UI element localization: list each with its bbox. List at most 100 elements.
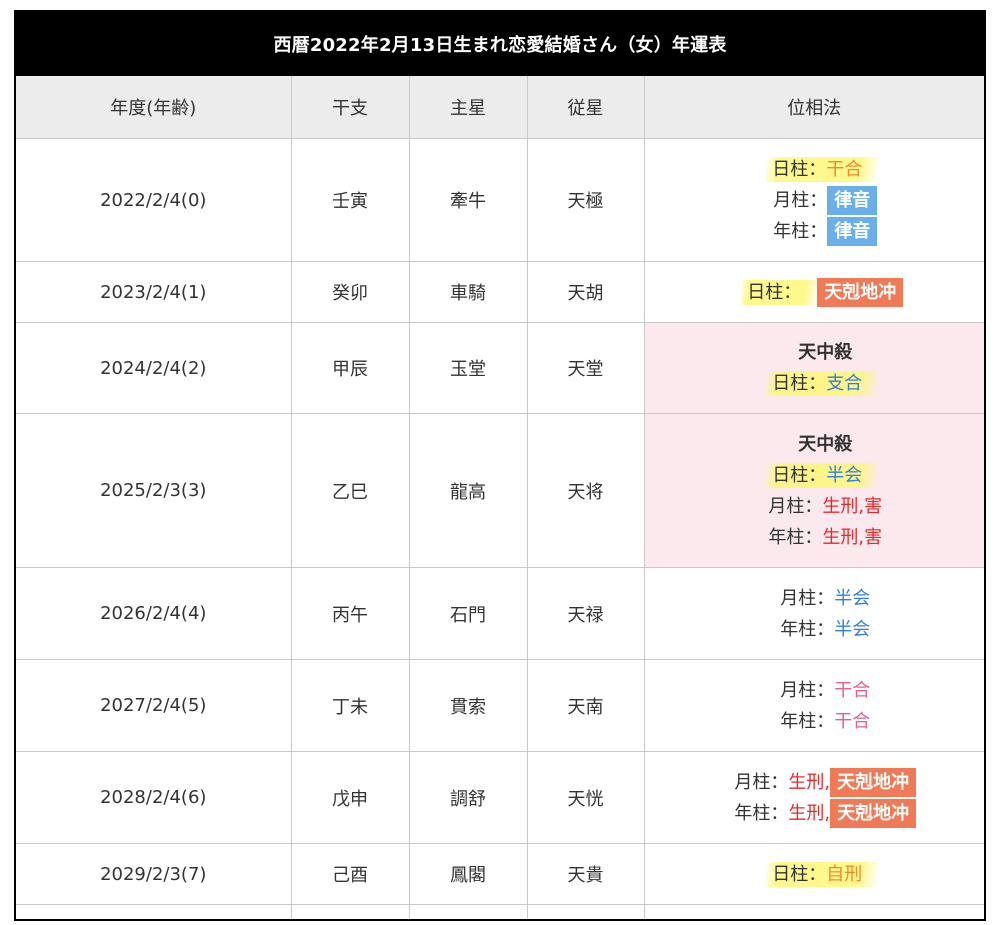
phase-value: 干合 <box>834 679 871 701</box>
highlight-marker: 日柱：半会 <box>766 462 879 488</box>
label-separator: ： <box>816 710 835 732</box>
year-age-cell <box>16 904 292 919</box>
year-age-cell: 2022/2/4(0) <box>16 138 292 262</box>
phase-line: 月柱：生刑, 天剋地冲 <box>667 767 985 798</box>
kanshi-cell: 乙巳 <box>290 413 410 568</box>
label-separator: ： <box>809 189 828 211</box>
highlight-marker: 日柱：自刑 <box>766 861 879 887</box>
year-age-cell: 2023/2/4(1) <box>16 261 292 323</box>
main-star-cell: 牽牛 <box>408 138 528 262</box>
highlight-marker: 日柱： <box>741 279 818 305</box>
table-row: 2028/2/4(6) 戊申 調舒 天恍 月柱：生刑, 天剋地冲 年柱：生刑, 天剋… <box>16 751 985 844</box>
sub-star-cell <box>526 904 645 919</box>
phase-cell: 日柱： 天剋地冲 <box>643 261 985 323</box>
label-separator: ： <box>770 771 789 793</box>
sub-star-cell: 天貴 <box>526 843 645 905</box>
year-age-cell: 2024/2/4(2) <box>16 322 292 414</box>
phase-line: 年柱： 律音 <box>667 216 985 247</box>
header-phase-method: 位相法 <box>643 76 984 139</box>
phase-line: 日柱：半会 <box>667 460 985 491</box>
phase-value: 生刑 <box>822 526 859 548</box>
phase-value: 半会 <box>834 618 871 640</box>
label-separator: ： <box>804 495 823 517</box>
header-year-age: 年度(年齢) <box>16 76 292 139</box>
pillar-label: 年柱 <box>768 526 805 548</box>
phase-cell: 月柱：半会 年柱：半会 <box>643 567 985 660</box>
tenchusatsu-label: 天中殺 <box>798 342 853 363</box>
pillar-label: 日柱 <box>772 464 809 486</box>
main-star-cell: 貫索 <box>408 659 528 752</box>
main-star-cell: 鳳閣 <box>408 843 528 905</box>
main-star-cell: 調舒 <box>408 751 528 844</box>
label-separator: ： <box>770 802 789 824</box>
main-star-cell: 玉堂 <box>408 322 528 414</box>
tenchusatsu-label: 天中殺 <box>798 433 853 455</box>
phase-cell: 天中殺 日柱：支合 <box>643 322 984 414</box>
phase-value: 半会 <box>834 587 871 609</box>
table-title-bar: 西暦2022年2月13日生まれ恋愛結婚さん（女）年運表 <box>16 12 984 76</box>
pillar-label: 年柱 <box>773 220 810 242</box>
table-row: 2023/2/4(1) 癸卯 車騎 天胡 日柱： 天剋地冲 <box>16 261 985 323</box>
sub-star-cell: 天将 <box>526 413 645 568</box>
annual-fortune-table: 年度(年齢) 干支 主星 従星 位相法 2022/2/4(0) 壬寅 牽牛 天極… <box>16 76 985 919</box>
kanshi-cell: 丁未 <box>290 659 410 752</box>
table-title: 西暦2022年2月13日生まれ恋愛結婚さん（女）年運表 <box>273 35 727 56</box>
phase-line: 日柱：干合 <box>667 154 985 185</box>
fortune-table-frame: 西暦2022年2月13日生まれ恋愛結婚さん（女）年運表 年度(年齢) 干支 主星… <box>14 10 986 921</box>
phase-line: 月柱：干合 <box>667 675 985 706</box>
table-row: 2025/2/3(3) 乙巳 龍高 天将 天中殺 日柱：半会 月柱：生刑,害 年… <box>16 413 985 568</box>
phase-line: 年柱：干合 <box>667 706 985 737</box>
label-separator: ： <box>816 679 835 701</box>
phase-line: 月柱：生刑,害 <box>667 491 985 522</box>
table-row <box>16 904 984 919</box>
label-separator: ： <box>808 373 827 394</box>
phase-badge: 天剋地冲 <box>817 277 904 307</box>
table-row: 2029/2/3(7) 己酉 鳳閣 天貴 日柱：自刑 <box>16 843 984 905</box>
sub-star-cell: 天極 <box>526 138 645 262</box>
kanshi-cell <box>290 904 410 919</box>
phase-cell: 月柱：干合 年柱：干合 <box>643 659 985 752</box>
header-kanshi: 干支 <box>290 76 410 139</box>
phase-cell: 天中殺 日柱：半会 月柱：生刑,害 年柱：生刑,害 <box>643 413 985 568</box>
phase-value: 生刑 <box>788 771 825 793</box>
main-star-cell: 車騎 <box>408 261 528 323</box>
year-age-cell: 2027/2/4(5) <box>16 659 292 752</box>
year-age-cell: 2026/2/4(4) <box>16 567 292 660</box>
pillar-label: 年柱 <box>780 618 817 640</box>
phase-badge: 律音 <box>827 185 878 215</box>
label-separator: ： <box>816 587 835 609</box>
header-sub-star: 従星 <box>526 76 645 139</box>
table-row: 2027/2/4(5) 丁未 貫索 天南 月柱：干合 年柱：干合 <box>16 659 985 752</box>
year-age-cell: 2025/2/3(3) <box>16 413 292 568</box>
pillar-label: 月柱 <box>768 495 805 517</box>
header-main-star: 主星 <box>408 76 528 139</box>
pillar-label: 月柱 <box>780 587 817 609</box>
phase-line: 日柱： 天剋地冲 <box>667 277 985 308</box>
pillar-label: 日柱 <box>772 863 809 885</box>
kanshi-cell: 戊申 <box>290 751 410 844</box>
sub-star-cell: 天堂 <box>526 322 645 414</box>
phase-badge: 天剋地冲 <box>830 798 917 828</box>
sub-star-cell: 天胡 <box>526 261 645 323</box>
kanshi-cell: 己酉 <box>290 843 410 905</box>
main-star-cell: 石門 <box>408 567 528 660</box>
kanshi-cell: 癸卯 <box>290 261 410 323</box>
pillar-label: 日柱 <box>747 281 784 303</box>
phase-value: 支合 <box>826 373 863 394</box>
phase-cell: 月柱：生刑, 天剋地冲 年柱：生刑, 天剋地冲 <box>643 751 985 844</box>
pillar-label: 月柱 <box>780 679 817 701</box>
phase-cell: 日柱：自刑 <box>643 843 984 905</box>
main-star-cell: 龍高 <box>408 413 528 568</box>
pillar-label: 年柱 <box>734 802 771 824</box>
phase-line: 年柱：半会 <box>667 614 985 645</box>
phase-value: 害 <box>864 495 883 517</box>
sub-star-cell: 天南 <box>526 659 645 752</box>
phase-value: 害 <box>864 526 883 548</box>
highlight-marker: 日柱：支合 <box>766 371 879 396</box>
table-row: 2026/2/4(4) 丙午 石門 天禄 月柱：半会 年柱：半会 <box>16 567 985 660</box>
phase-cell <box>643 904 984 919</box>
kanshi-cell: 甲辰 <box>290 322 410 414</box>
phase-line: 年柱：生刑,害 <box>667 522 985 553</box>
pillar-label: 日柱 <box>772 158 809 180</box>
phase-value: 生刑 <box>822 495 859 517</box>
